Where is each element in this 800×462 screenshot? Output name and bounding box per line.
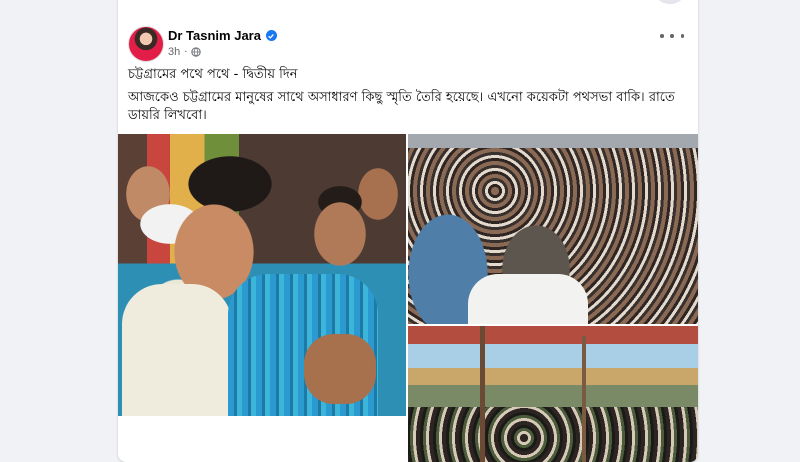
globe-icon	[191, 47, 202, 57]
photo-figure-center	[468, 274, 588, 324]
photo-hand	[304, 334, 376, 404]
more-options-icon[interactable]	[660, 28, 684, 44]
post-card: Dr Tasnim Jara 3h · চট্টগ্রামের পথে পথে …	[118, 0, 698, 462]
author-avatar[interactable]	[128, 26, 164, 62]
meta-separator: ·	[184, 46, 188, 58]
photo-street-rally[interactable]	[408, 326, 698, 462]
post-title: চট্টগ্রামের পথে পথে - দ্বিতীয় দিন	[128, 67, 298, 82]
post-timestamp[interactable]: 3h	[168, 46, 180, 58]
photo-figure-elder	[122, 284, 232, 416]
author-row: Dr Tasnim Jara	[168, 28, 277, 43]
photo-pole-2	[582, 336, 586, 462]
author-name[interactable]: Dr Tasnim Jara	[168, 28, 261, 43]
photo-pole	[480, 326, 485, 462]
previous-close-button[interactable]	[656, 0, 684, 4]
post-body-text: আজকেও চট্টগ্রামের মানুষের সাথে অসাধারণ ক…	[128, 90, 675, 123]
photo-embrace[interactable]	[118, 134, 406, 416]
post-header: Dr Tasnim Jara 3h ·	[118, 26, 698, 66]
verified-badge-icon	[265, 30, 277, 41]
photo-crowd[interactable]	[408, 134, 698, 324]
photo-sky	[408, 134, 698, 148]
post-meta: 3h ·	[168, 46, 202, 58]
photo-grid	[118, 134, 698, 462]
